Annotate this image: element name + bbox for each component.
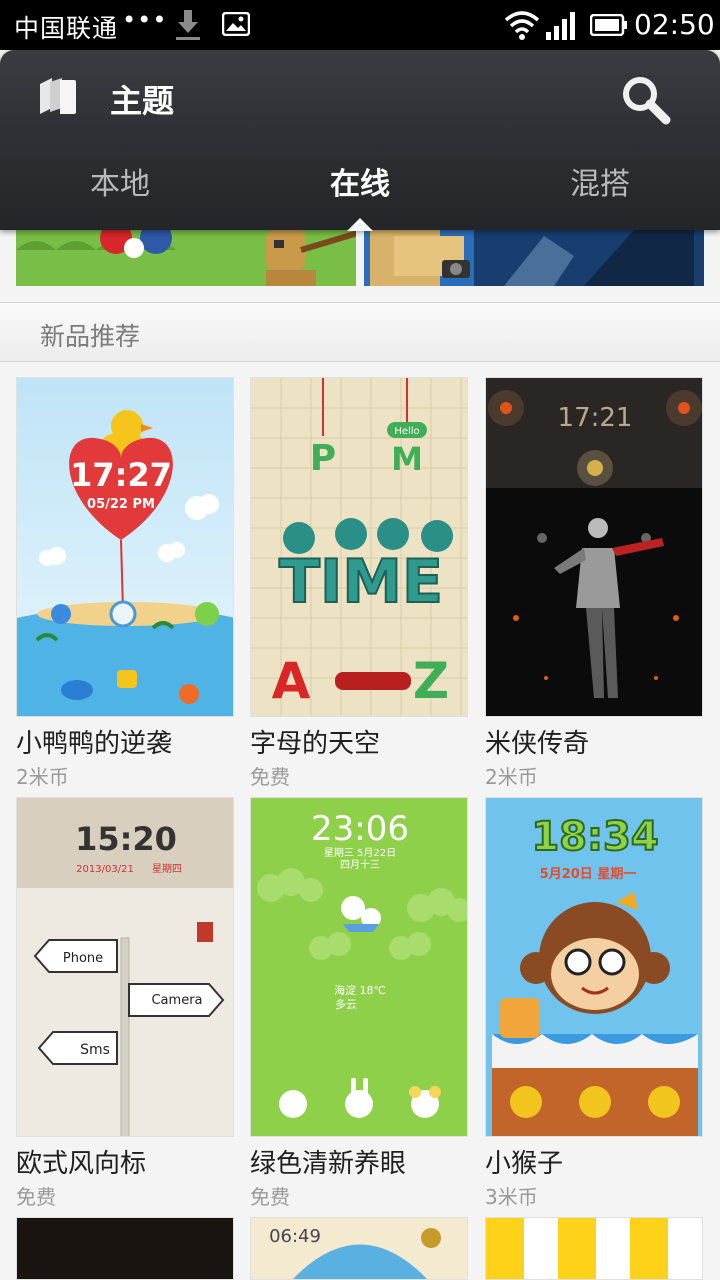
warrior-clock: 17:21 bbox=[558, 403, 633, 433]
signal-icon bbox=[546, 12, 575, 40]
theme-name: 字母的天空 bbox=[250, 729, 381, 759]
signpost-theme-preview: 15:20 2013/03/21 星期四 Phone Camera Sms bbox=[17, 798, 233, 1136]
partial-clock: 06:49 bbox=[269, 1226, 321, 1247]
theme-price: 2米币 bbox=[16, 765, 69, 789]
status-time: 02:50 bbox=[634, 8, 715, 41]
tab-bar: 本地 在线 混搭 bbox=[0, 150, 720, 231]
letter-p: P bbox=[310, 438, 336, 479]
theme-thumbnail[interactable] bbox=[485, 1217, 703, 1280]
sign-sms: Sms bbox=[80, 1042, 110, 1058]
time-word: TIME bbox=[279, 547, 443, 617]
letter-m: M bbox=[391, 440, 423, 478]
green-weather2: 多云 bbox=[335, 997, 357, 1011]
green-theme-preview: 23:06 星期三 5月22日 四月十三 海淀 18℃ 多云 bbox=[251, 798, 467, 1136]
theme-thumbnail[interactable]: 06:49 bbox=[250, 1217, 468, 1280]
duck-date: 05/22 PM bbox=[87, 497, 155, 512]
theme-thumbnail[interactable]: 15:20 2013/03/21 星期四 Phone Camera Sms bbox=[16, 797, 234, 1137]
theme-card[interactable]: 06:49 bbox=[250, 1217, 468, 1280]
green-clock: 23:06 bbox=[311, 809, 409, 849]
signpost-weekday: 星期四 bbox=[152, 863, 182, 875]
theme-thumbnail[interactable]: 23:06 星期三 5月22日 四月十三 海淀 18℃ 多云 bbox=[250, 797, 468, 1137]
tab-mix[interactable]: 混搭 bbox=[480, 150, 720, 230]
theme-card[interactable]: P Hello M TIME A Z 字母的天空 免费 bbox=[250, 377, 468, 789]
banner-cartoon-image bbox=[16, 230, 356, 286]
battery-icon bbox=[590, 14, 627, 36]
theme-name: 小鸭鸭的逆袭 bbox=[16, 729, 173, 759]
green-lunar: 四月十三 bbox=[340, 858, 380, 871]
theme-name: 绿色清新养眼 bbox=[250, 1149, 407, 1179]
duck-clock: 17:27 bbox=[70, 456, 172, 494]
theme-thumbnail[interactable] bbox=[16, 1217, 234, 1280]
letter-a: A bbox=[272, 652, 311, 710]
theme-card[interactable]: 23:06 星期三 5月22日 四月十三 海淀 18℃ 多云 绿色清新养眼 免费 bbox=[250, 797, 468, 1209]
letters-theme-preview: P Hello M TIME A Z bbox=[251, 378, 467, 716]
app-header: 主题 本地 在线 混搭 bbox=[0, 50, 720, 231]
status-bar: 中国联通 ••• 02:50 bbox=[0, 0, 720, 50]
section-header: 新品推荐 bbox=[0, 302, 720, 362]
theme-price: 2米币 bbox=[485, 765, 538, 789]
more-notifications-icon: ••• bbox=[122, 6, 168, 34]
theme-name: 米侠传奇 bbox=[485, 729, 590, 759]
signpost-clock: 15:20 bbox=[75, 820, 177, 858]
download-icon bbox=[176, 10, 200, 40]
theme-card[interactable]: 17:21 米侠传奇 2米币 bbox=[485, 377, 703, 789]
theme-app-icon bbox=[40, 78, 76, 114]
section-title: 新品推荐 bbox=[40, 322, 141, 351]
theme-card[interactable]: 18:34 5月20日 星期一 小猴子 3米币 bbox=[485, 797, 703, 1209]
monkey-date: 5月20日 星期一 bbox=[540, 867, 637, 882]
signpost-date: 2013/03/21 bbox=[76, 864, 134, 875]
theme-card[interactable] bbox=[16, 1217, 234, 1280]
partial-theme-preview: 06:49 bbox=[269, 1226, 441, 1279]
theme-name: 欧式风向标 bbox=[16, 1149, 147, 1179]
page-title: 主题 bbox=[110, 82, 175, 120]
warrior-theme-preview: 17:21 bbox=[486, 378, 702, 716]
green-weather: 海淀 18℃ bbox=[334, 983, 386, 997]
duck-theme-preview: 17:27 05/22 PM bbox=[17, 378, 233, 716]
search-icon[interactable] bbox=[618, 72, 672, 126]
theme-thumbnail[interactable]: 17:27 05/22 PM bbox=[16, 377, 234, 717]
theme-price: 免费 bbox=[16, 1185, 56, 1209]
theme-card[interactable]: 17:27 05/22 PM 小鸭鸭的逆袭 2米币 bbox=[16, 377, 234, 789]
theme-price: 免费 bbox=[250, 1185, 290, 1209]
banner-desk-image bbox=[364, 230, 704, 286]
featured-banner-left[interactable] bbox=[16, 230, 356, 286]
featured-banner-right[interactable] bbox=[364, 230, 704, 286]
letter-z: Z bbox=[413, 652, 449, 710]
sign-camera: Camera bbox=[151, 993, 202, 1008]
monkey-theme-preview: 18:34 5月20日 星期一 bbox=[486, 798, 702, 1136]
theme-price: 3米币 bbox=[485, 1185, 538, 1209]
theme-thumbnail[interactable]: 18:34 5月20日 星期一 bbox=[485, 797, 703, 1137]
theme-thumbnail[interactable]: P Hello M TIME A Z bbox=[250, 377, 468, 717]
theme-card[interactable]: 15:20 2013/03/21 星期四 Phone Camera Sms 欧式… bbox=[16, 797, 234, 1209]
theme-name: 小猴子 bbox=[485, 1149, 564, 1179]
monkey-clock: 18:34 bbox=[531, 814, 658, 860]
tab-online[interactable]: 在线 bbox=[240, 150, 480, 231]
carrier-label: 中国联通 bbox=[14, 14, 119, 43]
sign-phone: Phone bbox=[63, 951, 103, 966]
tab-local[interactable]: 本地 bbox=[0, 150, 240, 230]
theme-card[interactable] bbox=[485, 1217, 703, 1280]
hello-badge: Hello bbox=[394, 426, 419, 437]
image-icon bbox=[222, 12, 250, 36]
wifi-icon bbox=[504, 11, 540, 40]
theme-price: 免费 bbox=[250, 765, 290, 789]
green-date: 星期三 5月22日 bbox=[324, 847, 396, 859]
content-area[interactable]: 新品推荐 17:27 05/22 PM 小鸭鸭的逆袭 2米币 P Hello M… bbox=[0, 230, 720, 1280]
theme-thumbnail[interactable]: 17:21 bbox=[485, 377, 703, 717]
